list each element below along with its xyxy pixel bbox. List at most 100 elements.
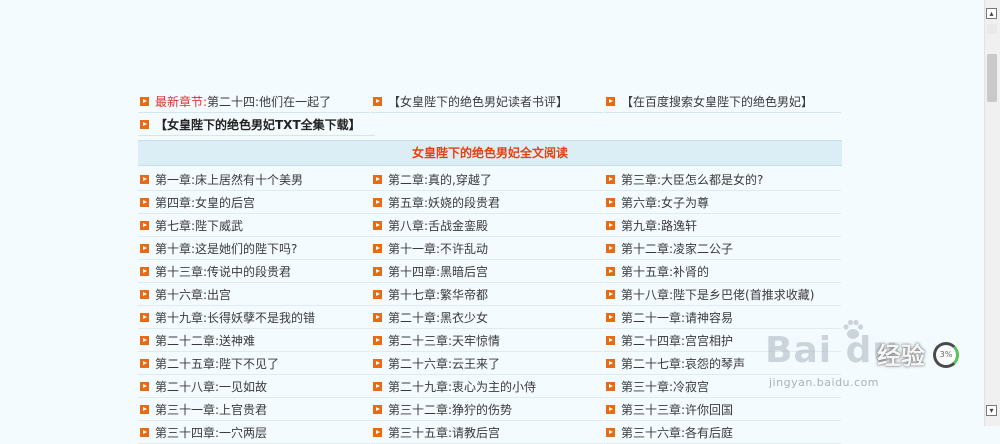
chapter-title[interactable]: 第二十五章:陛下不见了: [155, 355, 279, 372]
chapter-link[interactable]: 第二十七章:哀怨的琴声: [604, 353, 841, 375]
chapter-link[interactable]: 第十章:这是她们的陛下吗?: [138, 238, 370, 260]
chapter-link[interactable]: 第十二章:凌家二公子: [604, 238, 841, 260]
chapter-link[interactable]: 第六章:女子为尊: [604, 192, 841, 214]
chapter-title[interactable]: 第四章:女皇的后宫: [155, 194, 255, 211]
chapter-title[interactable]: 第十三章:传说中的段贵君: [155, 263, 291, 280]
chapter-title[interactable]: 第六章:女子为尊: [621, 194, 709, 211]
chapter-title[interactable]: 第三十四章:一穴两层: [155, 424, 267, 441]
chapter-link[interactable]: 第二十六章:云王来了: [371, 353, 603, 375]
arrow-bullet-icon: [373, 381, 382, 391]
section-title: 女皇陛下的绝色男妃全文阅读: [138, 140, 842, 166]
chapter-link[interactable]: 第二十八章:一见如故: [138, 376, 370, 398]
chapter-link[interactable]: 第三十五章:请教后宫: [371, 422, 603, 444]
latest-chapter-link[interactable]: 最新章节: 第二十四:他们在一起了: [138, 91, 370, 113]
chapter-title[interactable]: 第三十三章:许你回国: [621, 401, 733, 418]
chapter-title[interactable]: 第三十五章:请教后宫: [388, 424, 500, 441]
chapter-row: 第二十八章:一见如故 第二十九章:衷心为主的小侍 第三十章:冷寂宫: [138, 375, 842, 398]
arrow-bullet-icon: [140, 381, 149, 391]
search-link-text[interactable]: 【在百度搜索女皇陛下的绝色男妃】: [621, 93, 813, 110]
chapter-link[interactable]: 第九章:路逸轩: [604, 215, 841, 237]
chapter-title[interactable]: 第五章:妖娆的段贵君: [388, 194, 500, 211]
chapter-link[interactable]: 第二十四章:宫宫相护: [604, 330, 841, 352]
chapter-title[interactable]: 第十八章:陛下是乡巴佬(首推求收藏): [621, 286, 814, 303]
chapter-link[interactable]: 第三十一章:上官贵君: [138, 399, 370, 421]
chapter-link[interactable]: 第三十章:冷寂宫: [604, 376, 841, 398]
chapter-title[interactable]: 第三十章:冷寂宫: [621, 378, 709, 395]
chapter-title[interactable]: 第十九章:长得妖孽不是我的错: [155, 309, 315, 326]
scroll-down-arrow-icon[interactable]: ▾: [986, 405, 997, 416]
chapter-title[interactable]: 第九章:路逸轩: [621, 217, 697, 234]
chapter-title[interactable]: 第十六章:出宫: [155, 286, 231, 303]
chapter-title[interactable]: 第二章:真的,穿越了: [388, 171, 492, 188]
chapter-title[interactable]: 第三十一章:上官贵君: [155, 401, 267, 418]
chapter-link[interactable]: 第二章:真的,穿越了: [371, 169, 603, 191]
arrow-bullet-icon: [373, 197, 382, 207]
chapter-title[interactable]: 第二十章:黑衣少女: [388, 309, 488, 326]
reviews-link-text[interactable]: 【女皇陛下的绝色男妃读者书评】: [388, 93, 568, 110]
chapter-link[interactable]: 第十九章:长得妖孽不是我的错: [138, 307, 370, 329]
chapter-link[interactable]: 第十五章:补肾的: [604, 261, 841, 283]
arrow-bullet-icon: [140, 289, 149, 299]
arrow-bullet-icon: [373, 174, 382, 184]
download-link[interactable]: 【女皇陛下的绝色男妃TXT全集下载】: [138, 114, 375, 136]
vertical-scrollbar[interactable]: ▴ ▾: [984, 0, 1000, 426]
chapter-link[interactable]: 第三十三章:许你回国: [604, 399, 841, 421]
chapter-row: 第七章:陛下威武 第八章:舌战金銮殿 第九章:路逸轩: [138, 214, 842, 237]
chapter-link[interactable]: 第四章:女皇的后宫: [138, 192, 370, 214]
chapter-title[interactable]: 第二十三章:天牢惊情: [388, 332, 500, 349]
chapter-title[interactable]: 第二十七章:哀怨的琴声: [621, 355, 745, 372]
chapter-link[interactable]: 第二十一章:请神容易: [604, 307, 841, 329]
chapter-link[interactable]: 第一章:床上居然有十个美男: [138, 169, 370, 191]
chapter-link[interactable]: 第二十三章:天牢惊情: [371, 330, 603, 352]
chapter-link[interactable]: 第三十二章:狰狞的伤势: [371, 399, 603, 421]
chapter-title[interactable]: 第十章:这是她们的陛下吗?: [155, 240, 297, 257]
chapter-link[interactable]: 第三十六章:各有后庭: [604, 422, 841, 444]
chapter-title[interactable]: 第二十一章:请神容易: [621, 309, 733, 326]
chapter-title[interactable]: 第七章:陛下威武: [155, 217, 243, 234]
chapter-title[interactable]: 第二十六章:云王来了: [388, 355, 500, 372]
chapter-title[interactable]: 第二十八章:一见如故: [155, 378, 267, 395]
download-link-text[interactable]: 【女皇陛下的绝色男妃TXT全集下载】: [155, 116, 361, 133]
chapter-title[interactable]: 第二十四章:宫宫相护: [621, 332, 733, 349]
arrow-bullet-icon: [606, 335, 615, 345]
latest-chapter-title[interactable]: 第二十四:他们在一起了: [207, 93, 331, 110]
chapter-link[interactable]: 第五章:妖娆的段贵君: [371, 192, 603, 214]
chapter-link[interactable]: 第二十五章:陛下不见了: [138, 353, 370, 375]
chapter-title[interactable]: 第十五章:补肾的: [621, 263, 709, 280]
chapter-title[interactable]: 第二十二章:送神难: [155, 332, 255, 349]
chapter-title[interactable]: 第三十二章:狰狞的伤势: [388, 401, 512, 418]
arrow-bullet-icon: [140, 174, 149, 184]
chapter-link[interactable]: 第二十章:黑衣少女: [371, 307, 603, 329]
chapter-title[interactable]: 第十四章:黑暗后宫: [388, 263, 488, 280]
chapter-row: 第三十一章:上官贵君 第三十二章:狰狞的伤势 第三十三章:许你回国: [138, 398, 842, 421]
scroll-thumb[interactable]: [987, 54, 997, 102]
chapter-link[interactable]: 第三章:大臣怎么都是女的?: [604, 169, 841, 191]
chapter-link[interactable]: 第十一章:不许乱动: [371, 238, 603, 260]
chapter-title[interactable]: 第三十六章:各有后庭: [621, 424, 733, 441]
chapter-link[interactable]: 第十七章:繁华帝都: [371, 284, 603, 306]
chapter-link[interactable]: 第八章:舌战金銮殿: [371, 215, 603, 237]
chapter-title[interactable]: 第十二章:凌家二公子: [621, 240, 733, 257]
chapter-title[interactable]: 第一章:床上居然有十个美男: [155, 171, 303, 188]
chapter-link[interactable]: 第十八章:陛下是乡巴佬(首推求收藏): [604, 284, 841, 306]
chapter-link[interactable]: 第十六章:出宫: [138, 284, 370, 306]
arrow-bullet-icon: [606, 427, 615, 437]
chapter-title[interactable]: 第三章:大臣怎么都是女的?: [621, 171, 763, 188]
chapter-link[interactable]: 第十三章:传说中的段贵君: [138, 261, 370, 283]
search-link[interactable]: 【在百度搜索女皇陛下的绝色男妃】: [604, 91, 841, 113]
chapter-title[interactable]: 第二十九章:衷心为主的小侍: [388, 378, 536, 395]
chapter-title[interactable]: 第十一章:不许乱动: [388, 240, 488, 257]
chapter-link[interactable]: 第十四章:黑暗后宫: [371, 261, 603, 283]
chapter-title[interactable]: 第十七章:繁华帝都: [388, 286, 488, 303]
chapter-title[interactable]: 第八章:舌战金銮殿: [388, 217, 488, 234]
chapter-link[interactable]: 第三十四章:一穴两层: [138, 422, 370, 444]
reviews-link[interactable]: 【女皇陛下的绝色男妃读者书评】: [371, 91, 603, 113]
chapter-link[interactable]: 第二十二章:送神难: [138, 330, 370, 352]
chapter-row: 第十章:这是她们的陛下吗? 第十一章:不许乱动 第十二章:凌家二公子: [138, 237, 842, 260]
chapter-link[interactable]: 第二十九章:衷心为主的小侍: [371, 376, 603, 398]
scroll-up-arrow-icon[interactable]: ▴: [986, 8, 997, 19]
book-panel: 最新章节: 第二十四:他们在一起了 【女皇陛下的绝色男妃读者书评】 【在百度搜索…: [138, 90, 842, 444]
chapter-link[interactable]: 第七章:陛下威武: [138, 215, 370, 237]
arrow-bullet-icon: [606, 96, 615, 106]
arrow-bullet-icon: [606, 220, 615, 230]
